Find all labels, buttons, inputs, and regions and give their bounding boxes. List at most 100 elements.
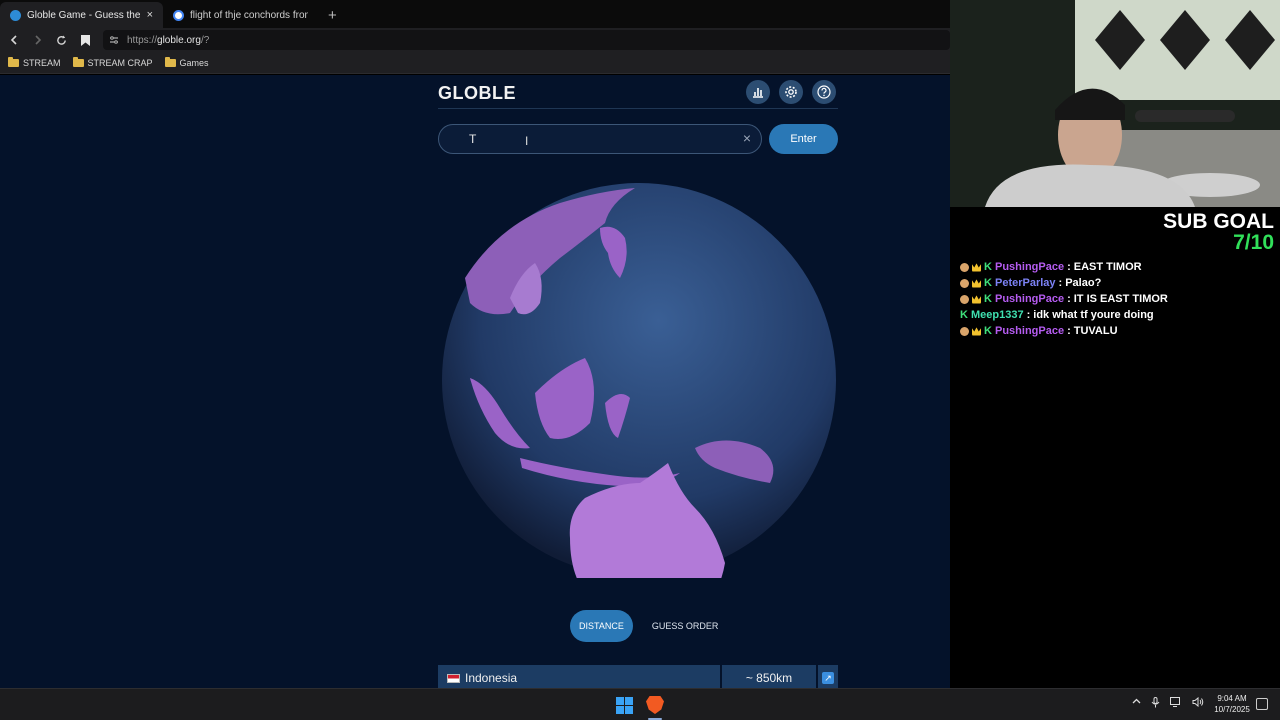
chat-message: K PushingPace: TUVALU xyxy=(960,323,1168,339)
globe-map[interactable] xyxy=(440,183,838,578)
chat-message: K Meep1337: idk what tf youre doing xyxy=(960,309,1154,321)
kick-badge-icon: K xyxy=(984,293,992,305)
crown-badge-icon xyxy=(972,295,981,304)
brave-browser-icon[interactable] xyxy=(646,696,664,714)
distance-toggle[interactable]: DISTANCE xyxy=(570,610,633,642)
crown-badge-icon xyxy=(972,279,981,288)
tab-title: flight of thje conchords from - Goog xyxy=(190,9,308,21)
page-title: GLOBLE xyxy=(438,83,516,103)
face-badge-icon xyxy=(960,278,969,288)
bookmark-icon[interactable] xyxy=(75,30,95,50)
system-clock[interactable]: 9:04 AM 10/7/2025 xyxy=(1206,693,1258,715)
face-badge-icon xyxy=(960,262,969,272)
folder-icon xyxy=(164,56,176,67)
tab-bar: Globle Game - Guess the Countr × flight … xyxy=(0,0,950,28)
chat-text: Palao? xyxy=(1065,277,1102,289)
address-bar: https://globle.org/? xyxy=(0,28,951,52)
search-value: T xyxy=(469,132,477,146)
bookmarks-bar: STREAM STREAM CRAP Games xyxy=(0,52,950,74)
screen: { "browser": { "tabs": [ {"title": "Glob… xyxy=(0,0,1280,720)
chat-text: EAST TIMOR xyxy=(1073,261,1142,273)
stream-overlay: SUB GOAL 7/10 K PushingPace: EAST TIMOR … xyxy=(950,207,1280,688)
start-button[interactable] xyxy=(616,697,633,714)
globle-page: GLOBLE T I × Enter DISTANCE GUESS ORDER … xyxy=(0,75,950,688)
new-tab-button[interactable]: + xyxy=(318,2,347,28)
country-search-input[interactable]: T I × xyxy=(438,124,762,154)
url-scheme: https:// xyxy=(127,34,158,46)
bookmark-label: STREAM xyxy=(23,57,61,68)
forward-icon[interactable] xyxy=(28,30,48,50)
volume-icon[interactable] xyxy=(1192,697,1204,707)
chat-username: PushingPace xyxy=(995,325,1065,337)
bookmark-label: Games xyxy=(179,57,209,68)
enter-button[interactable]: Enter xyxy=(769,124,838,154)
face-badge-icon xyxy=(960,294,969,304)
chat-text: IT IS EAST TIMOR xyxy=(1073,293,1168,305)
chat-message: K PushingPace: EAST TIMOR xyxy=(960,259,1168,275)
guess-country: Indonesia xyxy=(438,665,720,688)
guess-direction: ↗ xyxy=(818,665,838,688)
kick-badge-icon: K xyxy=(984,325,992,337)
country-name: Indonesia xyxy=(465,671,518,685)
bookmark-stream-crap[interactable]: STREAM CRAP xyxy=(72,56,153,68)
url-field[interactable]: https://globle.org/? xyxy=(103,30,951,50)
crown-badge-icon xyxy=(972,327,981,336)
sub-goal: SUB GOAL 7/10 xyxy=(1163,211,1274,253)
guess-order-toggle[interactable]: GUESS ORDER xyxy=(643,610,728,642)
microphone-icon[interactable] xyxy=(1151,697,1160,708)
guess-distance: ~ 850km xyxy=(722,665,816,688)
url-host: globle.org xyxy=(157,34,201,46)
chat-list: K PushingPace: EAST TIMOR K PeterParlay:… xyxy=(960,259,1168,339)
direction-arrow-icon: ↗ xyxy=(822,672,834,684)
clock-time: 9:04 AM xyxy=(1217,694,1247,703)
system-tray xyxy=(1132,697,1204,708)
tab-globle[interactable]: Globle Game - Guess the Countr × xyxy=(0,2,163,28)
tab-title: Globle Game - Guess the Countr xyxy=(27,9,141,21)
notification-icon[interactable] xyxy=(1256,698,1268,710)
indonesia-flag-icon xyxy=(447,673,460,683)
chat-message: K PeterParlay: Palao? xyxy=(960,275,1168,291)
help-button[interactable] xyxy=(812,80,836,104)
kick-badge-icon: K xyxy=(960,309,968,321)
google-favicon-icon xyxy=(173,9,184,21)
chevron-up-icon[interactable] xyxy=(1132,697,1141,706)
chat-username: PushingPace xyxy=(995,261,1065,273)
taskbar: 9:04 AM 10/7/2025 xyxy=(0,688,1280,720)
settings-icon xyxy=(785,86,797,98)
kick-badge-icon: K xyxy=(984,277,992,289)
reload-icon[interactable] xyxy=(52,30,72,50)
bookmark-stream[interactable]: STREAM xyxy=(8,56,61,68)
stats-icon xyxy=(753,88,763,98)
close-tab-icon[interactable]: × xyxy=(147,9,153,21)
chat-username: PeterParlay xyxy=(995,277,1056,289)
sub-goal-count: 7/10 xyxy=(1233,231,1274,254)
face-badge-icon xyxy=(960,326,969,336)
url-path: /? xyxy=(200,34,210,46)
sub-goal-label: SUB GOAL xyxy=(1163,210,1274,233)
site-settings-icon[interactable] xyxy=(109,35,119,45)
guess-result-row: Indonesia ~ 850km ↗ xyxy=(438,665,838,688)
network-icon[interactable] xyxy=(1170,697,1182,707)
chat-message: K PushingPace: IT IS EAST TIMOR xyxy=(960,291,1168,307)
chat-username: PushingPace xyxy=(995,293,1065,305)
clock-date: 10/7/2025 xyxy=(1214,705,1250,714)
tab-google[interactable]: flight of thje conchords from - Goog xyxy=(163,2,318,28)
webcam-feed xyxy=(950,0,1280,207)
bookmark-games[interactable]: Games xyxy=(164,56,209,68)
text-cursor-icon: I xyxy=(525,134,529,148)
globe-favicon-icon xyxy=(10,9,21,21)
chat-text: idk what tf youre doing xyxy=(1033,309,1154,321)
chat-username: Meep1337 xyxy=(971,309,1024,321)
bookmark-label: STREAM CRAP xyxy=(87,57,153,68)
clear-search-icon[interactable]: × xyxy=(743,130,751,146)
stats-button[interactable] xyxy=(746,80,770,104)
folder-icon xyxy=(8,56,19,67)
crown-badge-icon xyxy=(972,263,981,272)
settings-button[interactable] xyxy=(779,80,803,104)
result-sort-toggle: DISTANCE GUESS ORDER xyxy=(570,610,727,642)
back-icon[interactable] xyxy=(4,30,24,50)
help-icon xyxy=(817,85,831,99)
header-divider xyxy=(438,108,838,109)
folder-icon xyxy=(72,56,84,67)
kick-badge-icon: K xyxy=(984,261,992,273)
